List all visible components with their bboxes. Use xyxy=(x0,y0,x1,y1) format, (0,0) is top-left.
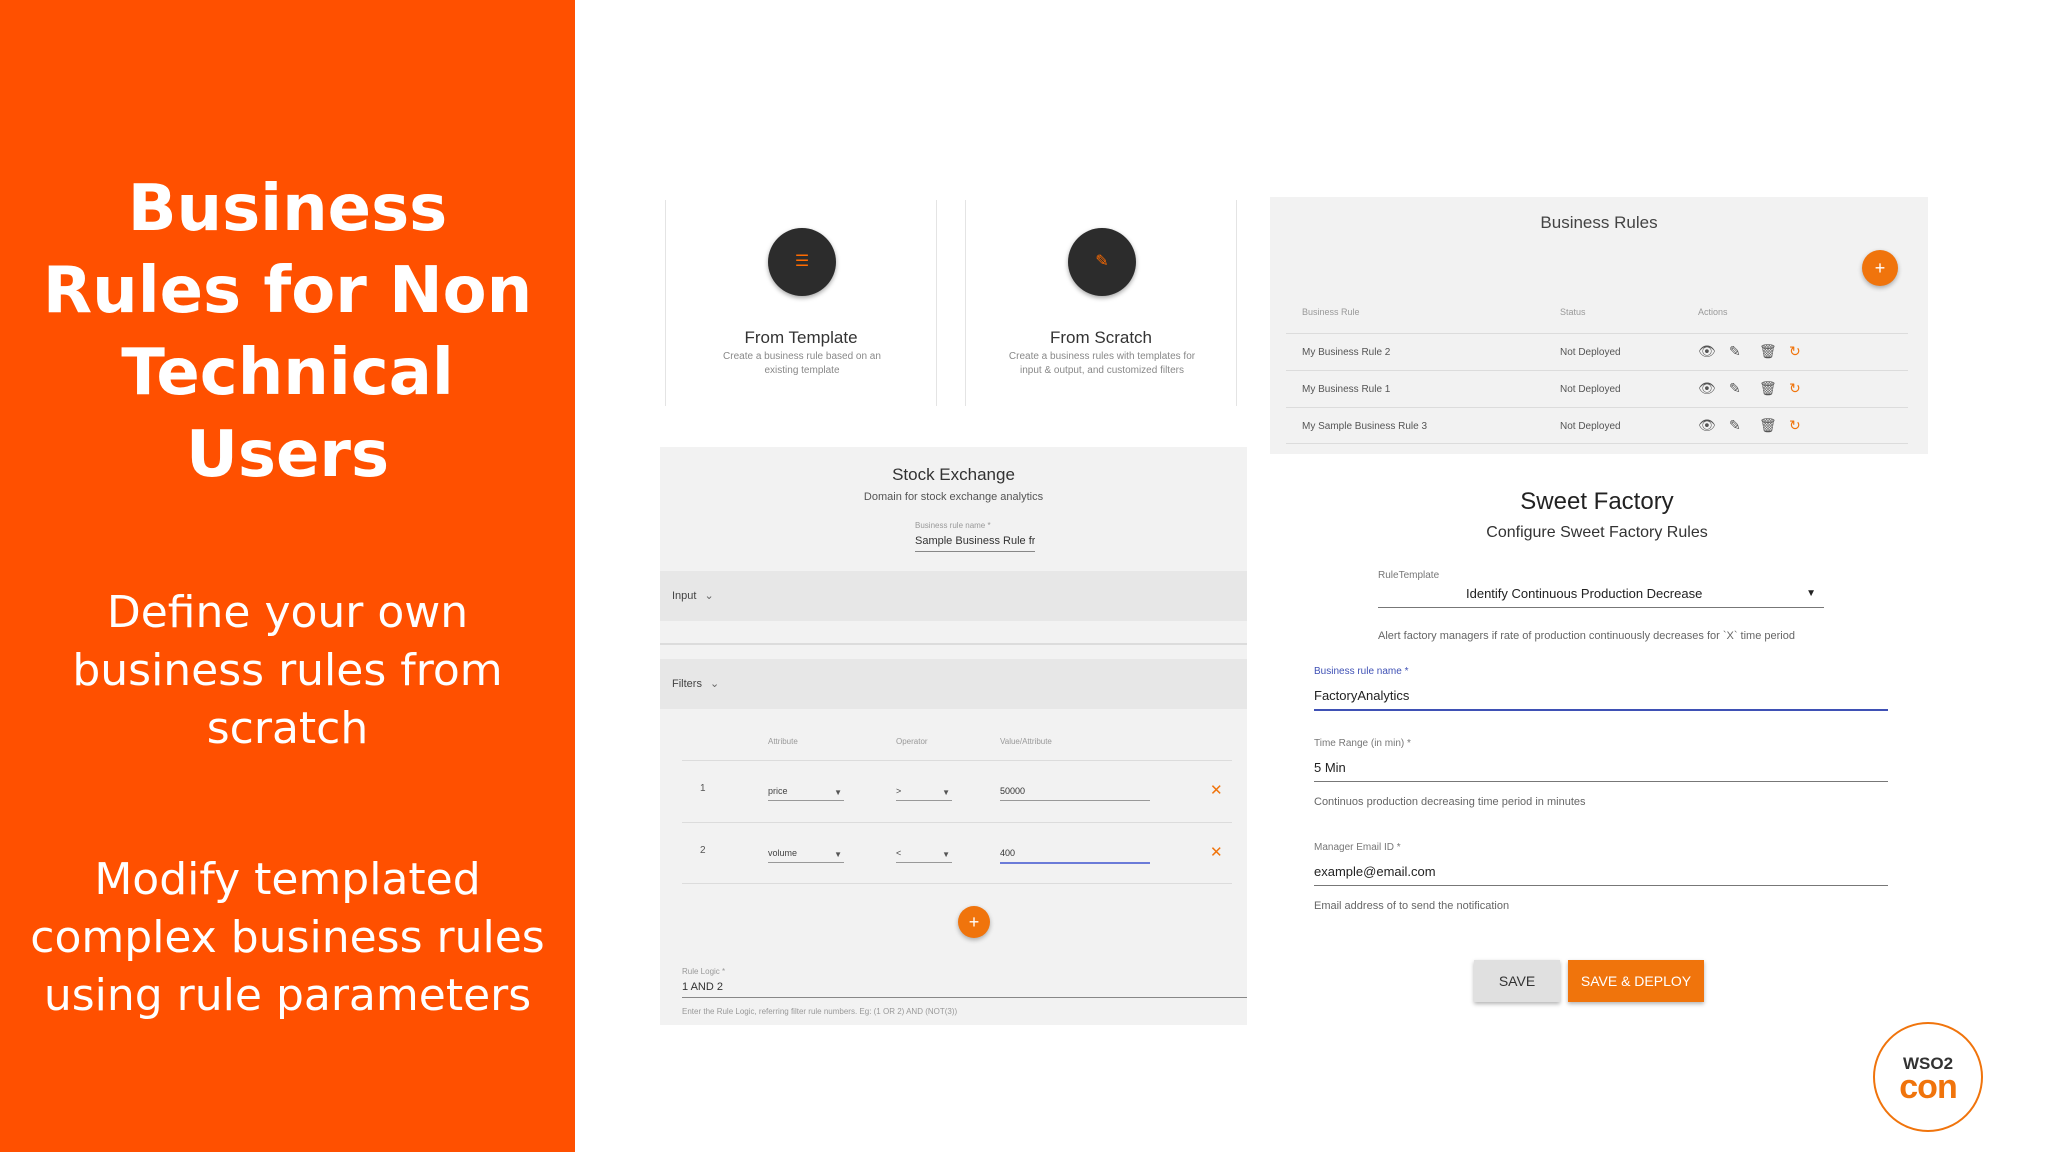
slide-subtitle-2: Modify templated complex business rules … xyxy=(30,854,545,1021)
value-input[interactable]: 400 xyxy=(1000,848,1150,864)
rule-logic-label: Rule Logic * xyxy=(682,967,726,976)
table-row: My Sample Business Rule 3 Not Deployed 👁… xyxy=(1286,407,1908,444)
stock-exchange-description: Domain for stock exchange analytics xyxy=(863,491,1044,503)
rule-template-label: RuleTemplate xyxy=(1378,570,1440,581)
attribute-select[interactable]: volume ▼ xyxy=(768,848,844,863)
time-range-input[interactable]: 5 Min xyxy=(1314,760,1888,782)
caret-down-icon: ▼ xyxy=(834,788,842,797)
delete-icon[interactable]: 🗑 xyxy=(1759,380,1777,397)
slide-subtitle-1: Define your own business rules from scra… xyxy=(72,587,503,754)
remove-filter-button[interactable]: ✕ xyxy=(1210,843,1223,861)
card-title: From Scratch xyxy=(1049,328,1153,347)
rule-status: Not Deployed xyxy=(1560,384,1621,395)
rule-logic-input[interactable]: 1 AND 2 xyxy=(682,981,1247,998)
manager-email-help: Email address of to send the notificatio… xyxy=(1314,900,1510,912)
rule-status: Not Deployed xyxy=(1560,347,1621,358)
filters-section-label: Filters xyxy=(672,678,702,690)
input-section-toggle[interactable]: Input ⌄ xyxy=(660,571,1247,621)
filter-row: 1 price ▼ > ▼ 50000 ✕ xyxy=(682,760,1232,822)
column-header-value: Value/Attribute xyxy=(1000,737,1052,746)
delete-icon[interactable]: 🗑 xyxy=(1759,343,1777,360)
pencil-icon: ✎ xyxy=(1068,228,1136,296)
rule-name: My Sample Business Rule 3 xyxy=(1302,421,1428,432)
remove-filter-button[interactable]: ✕ xyxy=(1210,781,1223,799)
left-panel: Business Rules for Non Technical Users D… xyxy=(0,0,575,1152)
manager-email-input[interactable]: example@email.com xyxy=(1314,864,1888,886)
view-icon[interactable]: 👁 xyxy=(1698,380,1716,397)
sweet-factory-form: Sweet Factory Configure Sweet Factory Ru… xyxy=(1290,480,1940,1010)
manager-email-label: Manager Email ID * xyxy=(1314,842,1401,853)
card-title: From Template xyxy=(744,328,858,347)
from-scratch-card[interactable]: ✎ From Scratch Create a business rules w… xyxy=(965,200,1237,406)
attribute-value: price xyxy=(768,786,788,796)
stock-exchange-title: Stock Exchange xyxy=(892,465,1015,484)
add-rule-button[interactable]: + xyxy=(1862,250,1898,286)
add-filter-button[interactable]: + xyxy=(958,906,990,938)
redeploy-icon[interactable]: ↻ xyxy=(1789,380,1801,397)
filters-section-toggle[interactable]: Filters ⌄ xyxy=(660,659,1247,709)
divider xyxy=(660,643,1247,645)
time-range-label: Time Range (in min) * xyxy=(1314,738,1411,749)
rule-template-select[interactable]: Identify Continuous Production Decrease … xyxy=(1378,586,1824,608)
business-rule-name-label: Business rule name * xyxy=(1314,666,1409,677)
edit-icon[interactable]: ✎ xyxy=(1729,380,1741,397)
rule-name: My Business Rule 1 xyxy=(1302,384,1391,395)
rule-template-value: Identify Continuous Production Decrease xyxy=(1466,586,1703,601)
column-header-operator: Operator xyxy=(896,737,928,746)
list-icon: ☰ xyxy=(768,228,836,296)
caret-down-icon: ▼ xyxy=(834,850,842,859)
attribute-value: volume xyxy=(768,848,798,858)
chevron-down-icon: ⌄ xyxy=(704,590,714,602)
rule-name: My Business Rule 2 xyxy=(1302,347,1391,358)
save-and-deploy-button[interactable]: SAVE & DEPLOY xyxy=(1568,960,1704,1002)
time-range-help: Continuos production decreasing time per… xyxy=(1314,796,1586,808)
business-rules-panel: Business Rules + Business Rule Status Ac… xyxy=(1270,197,1928,454)
input-section-label: Input xyxy=(672,590,697,602)
edit-icon[interactable]: ✎ xyxy=(1729,343,1741,360)
card-description: Create a business rules with templates f… xyxy=(1008,351,1196,376)
business-rules-title: Business Rules xyxy=(1540,213,1658,232)
sweet-factory-subtitle: Configure Sweet Factory Rules xyxy=(1486,524,1708,541)
attribute-select[interactable]: price ▼ xyxy=(768,786,844,801)
operator-value: > xyxy=(896,786,902,796)
rule-name-label: Business rule name * xyxy=(915,521,991,530)
card-description: Create a business rule based on an exist… xyxy=(723,351,881,376)
filter-number: 2 xyxy=(700,845,706,856)
sweet-factory-title: Sweet Factory xyxy=(1520,488,1674,515)
rule-template-help: Alert factory managers if rate of produc… xyxy=(1378,630,1795,642)
business-rule-name-input[interactable]: FactoryAnalytics xyxy=(1314,688,1888,711)
column-header-attribute: Attribute xyxy=(768,737,798,746)
caret-down-icon: ▼ xyxy=(942,850,950,859)
from-template-card[interactable]: ☰ From Template Create a business rule b… xyxy=(665,200,937,406)
rule-name-input[interactable]: Sample Business Rule from xyxy=(915,535,1035,552)
column-header-actions: Actions xyxy=(1698,307,1728,317)
caret-down-icon: ▼ xyxy=(1806,588,1816,599)
wso2con-logo: WSO2 con xyxy=(1873,1022,1983,1132)
edit-icon[interactable]: ✎ xyxy=(1729,417,1741,434)
view-icon[interactable]: 👁 xyxy=(1698,343,1716,360)
redeploy-icon[interactable]: ↻ xyxy=(1789,343,1801,360)
operator-select[interactable]: > ▼ xyxy=(896,786,952,801)
rule-status: Not Deployed xyxy=(1560,421,1621,432)
slide-title: Business Rules for Non Technical Users xyxy=(42,172,533,492)
delete-icon[interactable]: 🗑 xyxy=(1759,417,1777,434)
operator-value: < xyxy=(896,848,902,858)
filter-number: 1 xyxy=(700,783,706,794)
filter-row: 2 volume ▼ < ▼ 400 ✕ xyxy=(682,822,1232,884)
table-row: My Business Rule 2 Not Deployed 👁 ✎ 🗑 ↻ xyxy=(1286,333,1908,370)
table-row: My Business Rule 1 Not Deployed 👁 ✎ 🗑 ↻ xyxy=(1286,370,1908,407)
column-header-name: Business Rule xyxy=(1302,307,1360,317)
redeploy-icon[interactable]: ↻ xyxy=(1789,417,1801,434)
view-icon[interactable]: 👁 xyxy=(1698,417,1716,434)
logo-bottom-text: con xyxy=(1899,1068,1957,1106)
value-input[interactable]: 50000 xyxy=(1000,786,1150,801)
operator-select[interactable]: < ▼ xyxy=(896,848,952,863)
save-button[interactable]: SAVE xyxy=(1474,960,1560,1002)
column-header-status: Status xyxy=(1560,307,1586,317)
chevron-down-icon: ⌄ xyxy=(709,678,720,690)
rule-logic-help: Enter the Rule Logic, referring filter r… xyxy=(682,1007,958,1016)
stock-exchange-panel: Stock Exchange Domain for stock exchange… xyxy=(660,447,1247,1025)
caret-down-icon: ▼ xyxy=(942,788,950,797)
